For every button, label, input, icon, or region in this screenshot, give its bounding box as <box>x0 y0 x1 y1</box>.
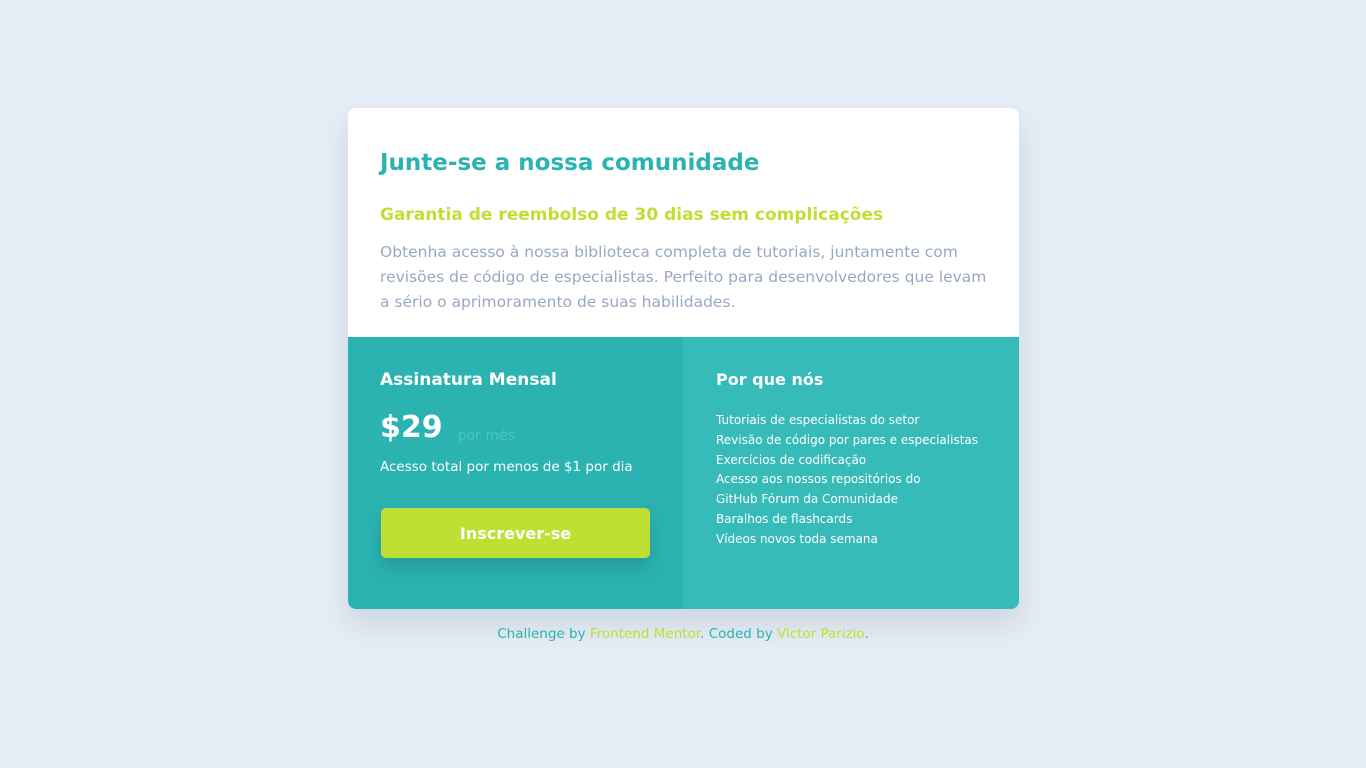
subscription-title: Assinatura Mensal <box>380 370 557 390</box>
price-period: por mês <box>457 428 515 444</box>
card-top-section: Junte-se a nossa comunidade Garantia de … <box>348 108 1019 337</box>
list-item: Tutoriais de especialistas do setor <box>716 413 920 427</box>
guarantee-heading: Garantia de reembolso de 30 dias sem com… <box>380 205 884 225</box>
why-us-section: Por que nós Tutoriais de especialistas d… <box>683 337 1019 609</box>
subscription-section: Assinatura Mensal $29 por mês Acesso tot… <box>348 337 683 609</box>
footer-coded-by-text: . Coded by <box>700 626 777 642</box>
author-link[interactable]: Victor Parizio <box>777 626 864 642</box>
frontend-mentor-link[interactable]: Frontend Mentor <box>590 626 700 642</box>
list-item: GitHub Fórum da Comunidade <box>716 492 898 507</box>
list-item: Acesso aos nossos repositórios do <box>716 472 921 487</box>
attribution-footer: Challenge by Frontend Mentor. Coded by V… <box>0 626 1366 642</box>
list-item: Vídeos novos toda semana <box>716 531 878 546</box>
signup-button[interactable]: Inscrever-se <box>381 508 650 558</box>
price-value: $29 <box>380 410 443 445</box>
pricing-card: Junte-se a nossa comunidade Garantia de … <box>348 108 1019 609</box>
footer-end-text: . <box>864 626 869 642</box>
list-item: Revisão de código por pares e especialis… <box>716 432 979 447</box>
why-us-title: Por que nós <box>716 370 824 389</box>
card-description: Obtenha acesso à nossa biblioteca comple… <box>380 243 987 311</box>
card-title: Junte-se a nossa comunidade <box>380 150 760 176</box>
footer-challenge-text: Challenge by <box>497 626 590 642</box>
list-item: Exercícios de codificação <box>716 452 867 467</box>
why-us-list: Tutoriais de especialistas do setor Revi… <box>716 411 978 550</box>
access-note: Acesso total por menos de $1 por dia <box>380 459 633 475</box>
price-row: $29 por mês <box>380 410 515 445</box>
list-item: Baralhos de flashcards <box>716 511 853 526</box>
